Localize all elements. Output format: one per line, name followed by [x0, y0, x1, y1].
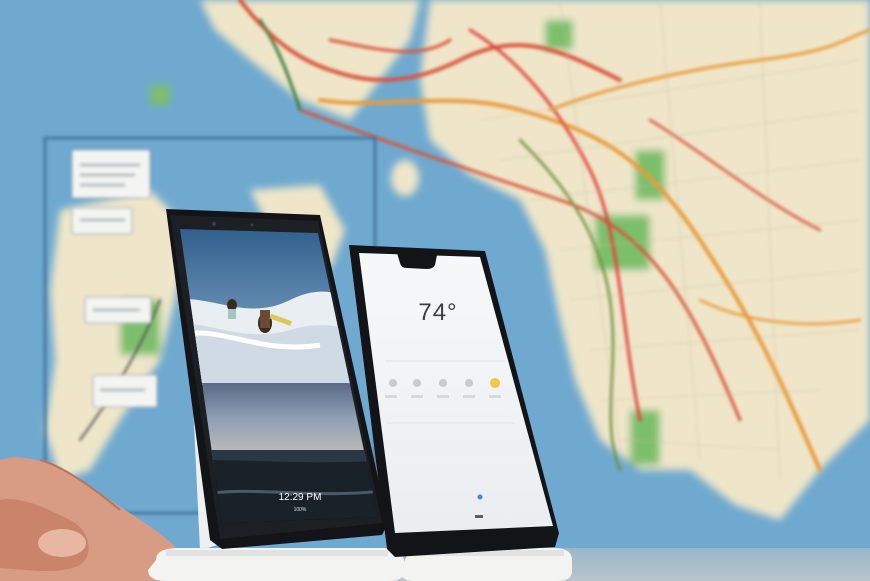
- battery-percent: 100%: [293, 507, 307, 513]
- lockscreen-clock: 12:29 PM: [278, 492, 322, 503]
- right-phone-body: [349, 245, 559, 557]
- photo-scene: 12:29 PM 100% 74°: [0, 0, 870, 581]
- temperature-readout: 74°: [418, 299, 458, 326]
- right-phone: 74°: [345, 243, 560, 558]
